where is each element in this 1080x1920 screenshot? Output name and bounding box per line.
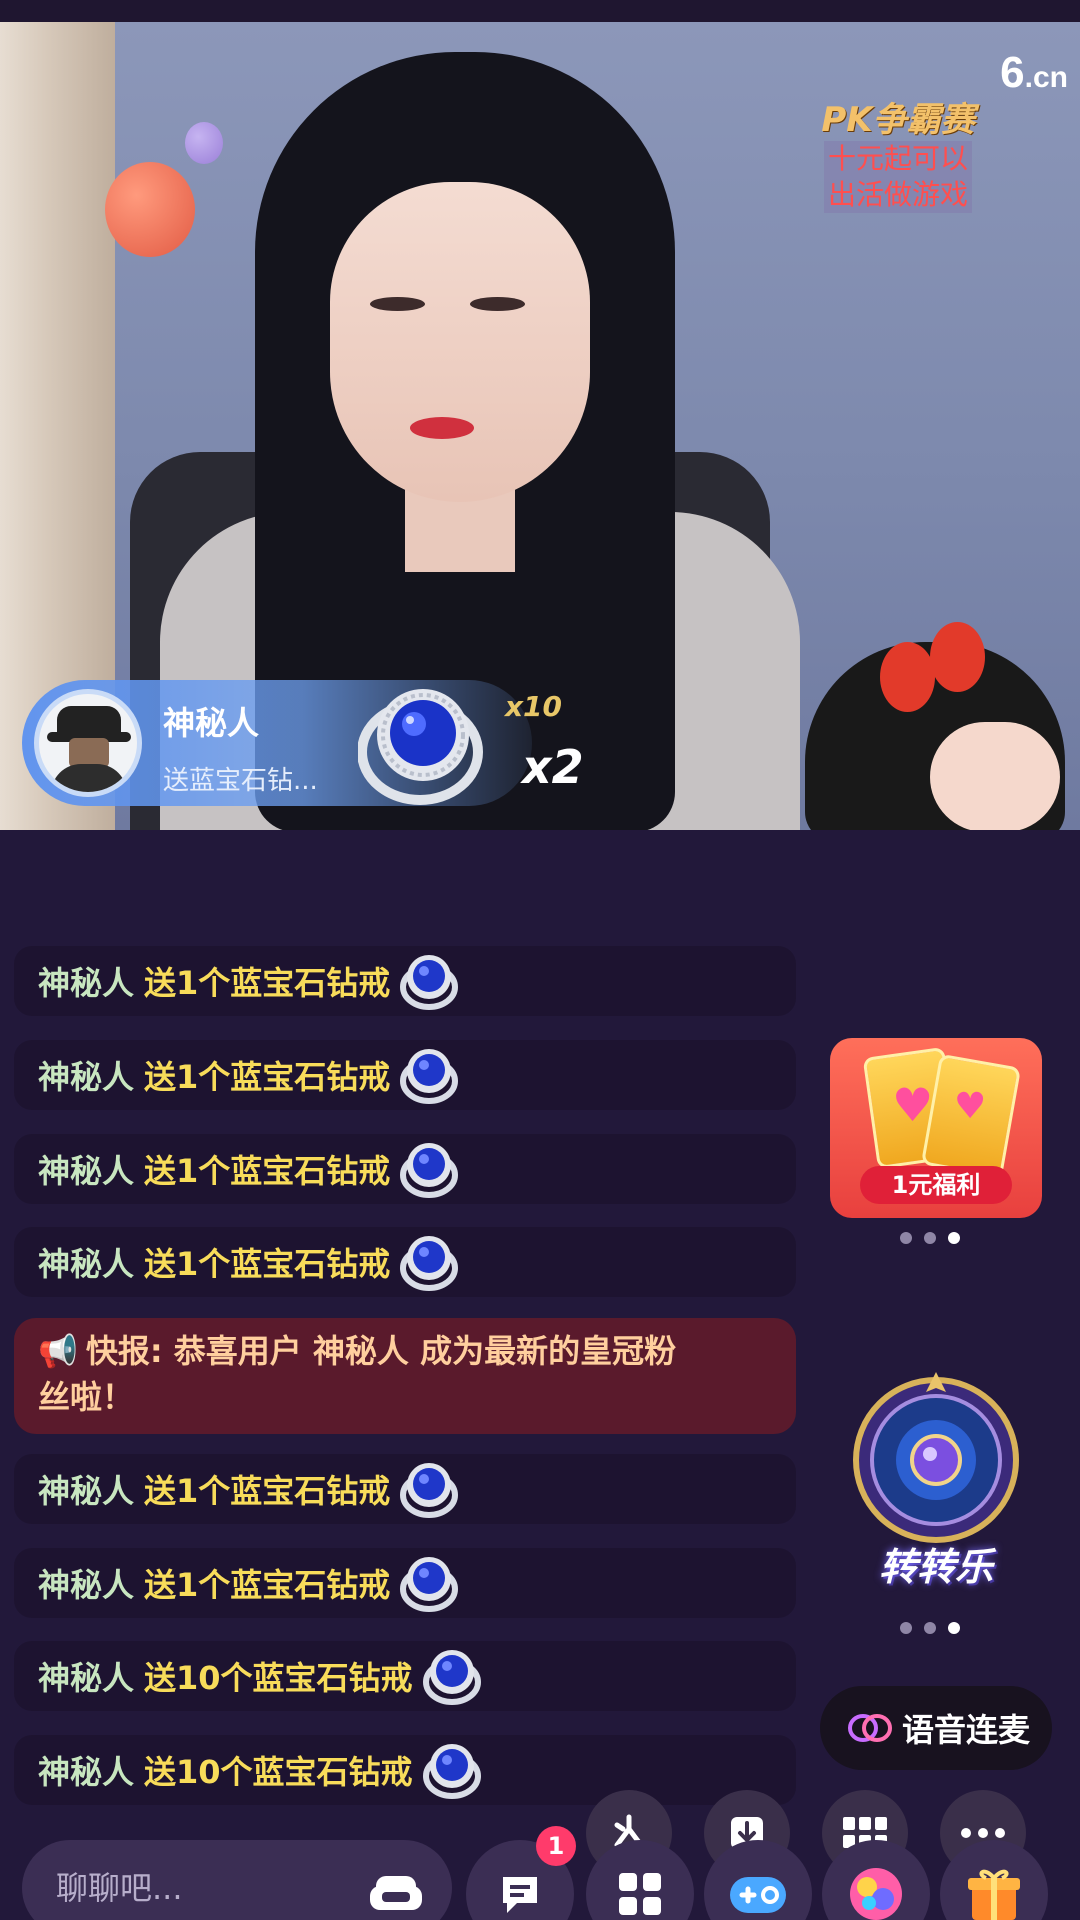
chat-user-name[interactable]: 神秘人 <box>38 1560 134 1606</box>
grid-icon <box>619 1873 661 1915</box>
sapphire-ring-icon <box>400 1557 459 1612</box>
chat-text: 送1个蓝宝石钻戒 <box>144 1152 391 1190</box>
wheel-label: 转转乐 <box>878 1545 993 1589</box>
chat-text: 送10个蓝宝石钻戒 <box>144 1659 413 1697</box>
mouth <box>410 417 474 439</box>
eye <box>470 297 525 311</box>
chat-message[interactable]: 神秘人 送1个蓝宝石钻戒 <box>14 1134 796 1204</box>
chat-message[interactable]: 神秘人 送10个蓝宝石钻戒 <box>14 1641 796 1711</box>
promo-banner[interactable]: ♥ ♥ 1元福利 <box>830 1038 1042 1218</box>
planet-icon <box>850 1868 902 1920</box>
chat-message[interactable]: 神秘人 送1个蓝宝石钻戒 <box>14 1227 796 1297</box>
link-icon <box>848 1714 892 1742</box>
announcement-line-2: 丝啦！ <box>38 1378 135 1416</box>
pk-title: PK争霸赛 <box>821 100 975 140</box>
chat-text: 送1个蓝宝石钻戒 <box>144 964 391 1002</box>
gift-sender-name: 神秘人 <box>163 704 260 742</box>
gift-multiplier-big: x2 <box>522 740 584 794</box>
plush-toy-face <box>930 722 1060 830</box>
sapphire-ring-icon <box>358 689 483 805</box>
lucky-wheel-icon[interactable] <box>848 1368 1024 1544</box>
voice-connect-button[interactable]: 语音连麦 <box>820 1686 1052 1770</box>
message-icon <box>503 1877 537 1913</box>
game-controller-icon <box>730 1877 786 1913</box>
promo-label: 1元福利 <box>860 1166 1012 1204</box>
chat-user-name[interactable]: 神秘人 <box>38 1466 134 1512</box>
chat-text: 送1个蓝宝石钻戒 <box>144 1245 391 1283</box>
chat-text: 送1个蓝宝石钻戒 <box>144 1058 391 1096</box>
sapphire-ring-icon <box>400 1236 459 1291</box>
chat-input[interactable] <box>56 1869 356 1907</box>
plush-bow <box>880 622 990 722</box>
balloon <box>185 122 223 164</box>
chat-user-name[interactable]: 神秘人 <box>38 1052 134 1098</box>
status-bar <box>0 0 1080 22</box>
chat-message[interactable]: 神秘人 送1个蓝宝石钻戒 <box>14 946 796 1016</box>
balloon <box>105 162 195 257</box>
sapphire-ring-icon <box>400 1143 459 1198</box>
chat-message[interactable]: 神秘人 送1个蓝宝石钻戒 <box>14 1040 796 1110</box>
voice-connect-label: 语音连麦 <box>902 1711 1031 1749</box>
chat-user-name[interactable]: 神秘人 <box>38 1239 134 1285</box>
site-logo: 6.cn <box>1000 48 1068 97</box>
chat-message[interactable]: 神秘人 送1个蓝宝石钻戒 <box>14 1454 796 1524</box>
pk-line-2: 出活做游戏 <box>823 177 972 213</box>
sapphire-ring-icon <box>400 955 459 1010</box>
chat-text: 送10个蓝宝石钻戒 <box>144 1753 413 1791</box>
heart-icon: ♥ <box>954 1086 987 1127</box>
pk-overlay: PK争霸赛 十元起可以 出活做游戏 <box>808 92 988 213</box>
chat-text: 送1个蓝宝石钻戒 <box>144 1472 391 1510</box>
announcement-line-1: 快报: 恭喜用户 神秘人 成为最新的皇冠粉 <box>85 1332 677 1370</box>
announcement-message[interactable]: 📢 快报: 恭喜用户 神秘人 成为最新的皇冠粉 丝啦！ <box>14 1318 796 1434</box>
pk-line-1: 十元起可以 <box>823 141 972 177</box>
chat-user-name[interactable]: 神秘人 <box>38 1747 134 1793</box>
unread-badge: 1 <box>536 1826 576 1866</box>
carousel-dots <box>900 1232 960 1244</box>
sofa-icon[interactable] <box>368 1862 424 1918</box>
chat-user-name[interactable]: 神秘人 <box>38 1146 134 1192</box>
eye <box>370 297 425 311</box>
more-icon <box>961 1828 1005 1838</box>
sapphire-ring-icon <box>400 1463 459 1518</box>
gift-description: 送蓝宝石钻... <box>163 766 318 796</box>
chat-text: 送1个蓝宝石钻戒 <box>144 1566 391 1604</box>
carousel-dots <box>900 1622 960 1634</box>
avatar[interactable] <box>34 689 142 797</box>
gift-multiplier-small: x10 <box>505 690 563 723</box>
chat-user-name[interactable]: 神秘人 <box>38 958 134 1004</box>
sapphire-ring-icon <box>422 1650 481 1705</box>
chat-user-name[interactable]: 神秘人 <box>38 1653 134 1699</box>
chat-message[interactable]: 神秘人 送10个蓝宝石钻戒 <box>14 1735 796 1805</box>
speaker-icon: 📢 <box>38 1332 78 1370</box>
streamer-face <box>330 182 590 502</box>
sapphire-ring-icon <box>400 1049 459 1104</box>
heart-icon: ♥ <box>892 1078 934 1132</box>
chat-message[interactable]: 神秘人 送1个蓝宝石钻戒 <box>14 1548 796 1618</box>
sapphire-ring-icon <box>422 1744 481 1799</box>
gift-icon <box>968 1869 1020 1920</box>
